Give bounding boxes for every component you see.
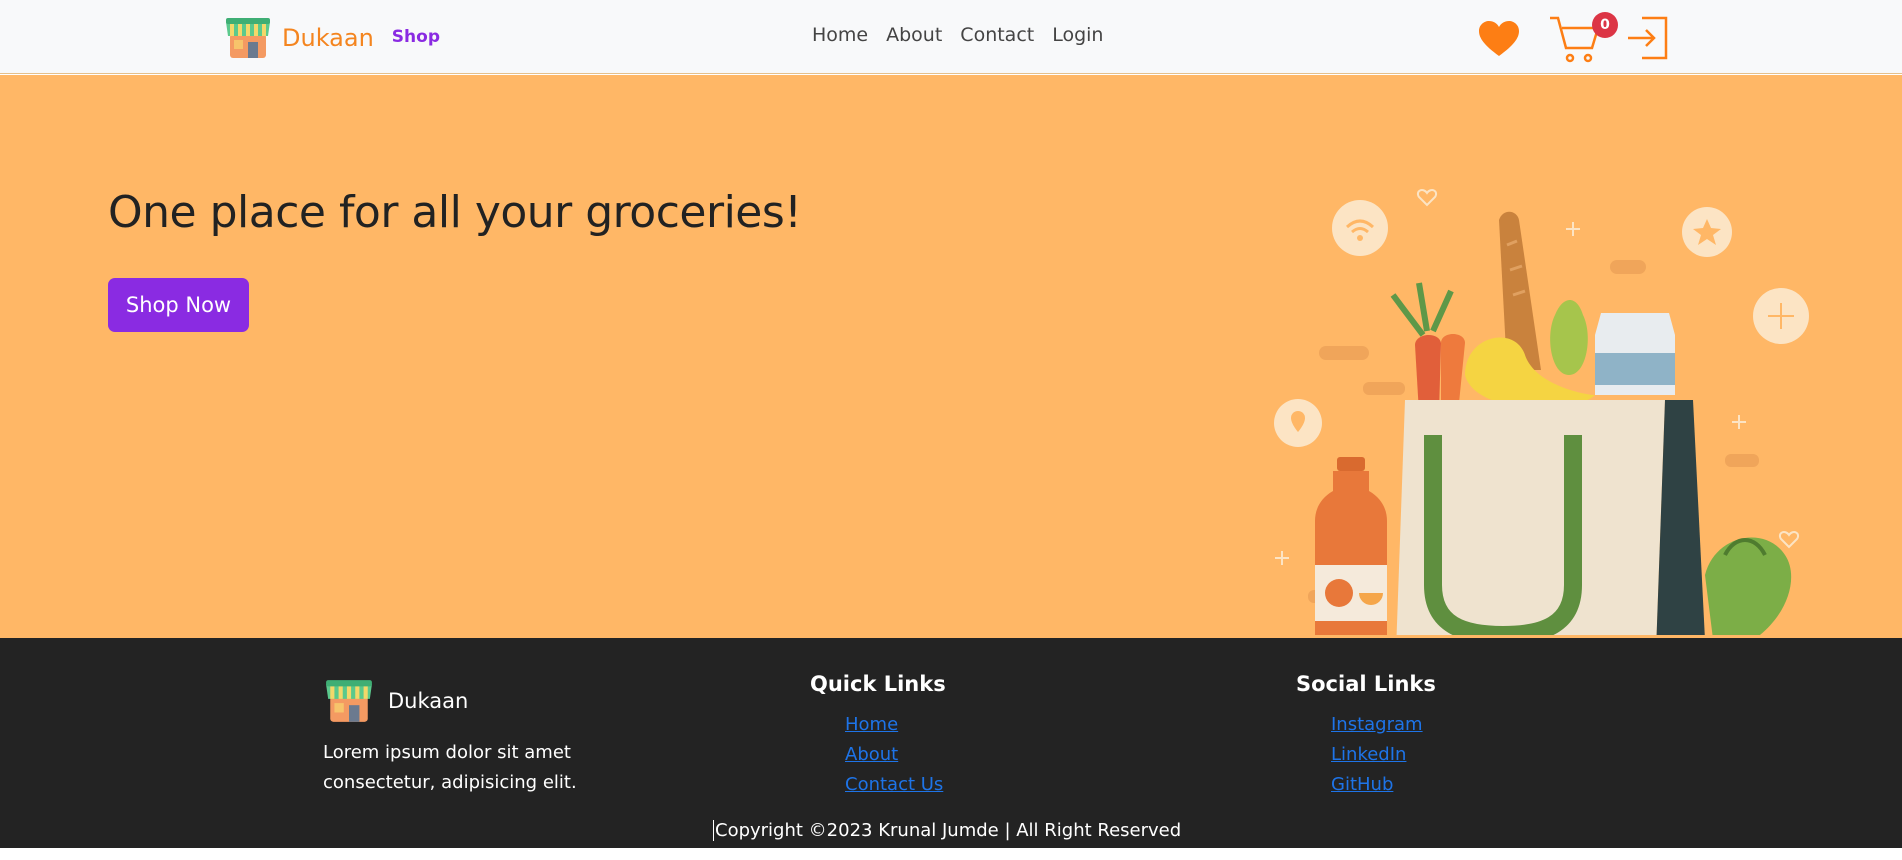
heart-icon[interactable] [1478, 20, 1520, 58]
nav-link-home[interactable]: Home [812, 24, 868, 46]
footer-description: Lorem ipsum dolor sit amet consectetur, … [323, 742, 577, 793]
list-item: Contact Us [845, 770, 943, 800]
list-item: Home [845, 710, 943, 740]
brand[interactable]: Dukaan Shop [224, 16, 440, 60]
brand-name[interactable]: Dukaan [282, 24, 374, 52]
footer-link-about[interactable]: About [845, 744, 898, 765]
shop-logo-icon [326, 680, 372, 722]
footer: Dukaan Lorem ipsum dolor sit amet consec… [0, 638, 1902, 848]
hero-banner: One place for all your groceries! Shop N… [0, 75, 1902, 638]
quick-links-title: Quick Links [810, 672, 946, 696]
footer-brand[interactable]: Dukaan [324, 678, 468, 724]
grocery-bag-illustration [1274, 189, 1809, 635]
social-links-title: Social Links [1296, 672, 1436, 696]
list-item: About [845, 740, 943, 770]
footer-link-contact[interactable]: Contact Us [845, 774, 943, 795]
copyright-text: Copyright ©2023 Krunal Jumde | All Right… [713, 820, 1182, 841]
footer-link-instagram[interactable]: Instagram [1331, 714, 1423, 735]
quick-links-list: Home About Contact Us [845, 710, 943, 800]
list-item: GitHub [1331, 770, 1423, 800]
footer-link-linkedin[interactable]: LinkedIn [1331, 744, 1406, 765]
list-item: Instagram [1331, 710, 1423, 740]
list-item: LinkedIn [1331, 740, 1423, 770]
footer-link-github[interactable]: GitHub [1331, 774, 1393, 795]
footer-link-home[interactable]: Home [845, 714, 898, 735]
shop-now-button[interactable]: Shop Now [108, 278, 249, 332]
nav-link-login[interactable]: Login [1052, 24, 1103, 46]
nav-links: Home About Contact Login [812, 24, 1121, 46]
login-icon[interactable] [1624, 14, 1670, 62]
brand-tag[interactable]: Shop [392, 27, 440, 47]
cart-badge: 0 [1592, 12, 1618, 38]
navbar: Dukaan Shop Home About Contact Login 0 [0, 0, 1902, 74]
nav-link-about[interactable]: About [886, 24, 942, 46]
nav-link-contact[interactable]: Contact [960, 24, 1034, 46]
hero-title: One place for all your groceries! [108, 187, 802, 238]
social-links-list: Instagram LinkedIn GitHub [1331, 710, 1423, 800]
footer-brand-name: Dukaan [388, 689, 469, 713]
shop-logo-icon [226, 18, 270, 58]
page-bottom [0, 848, 1902, 860]
